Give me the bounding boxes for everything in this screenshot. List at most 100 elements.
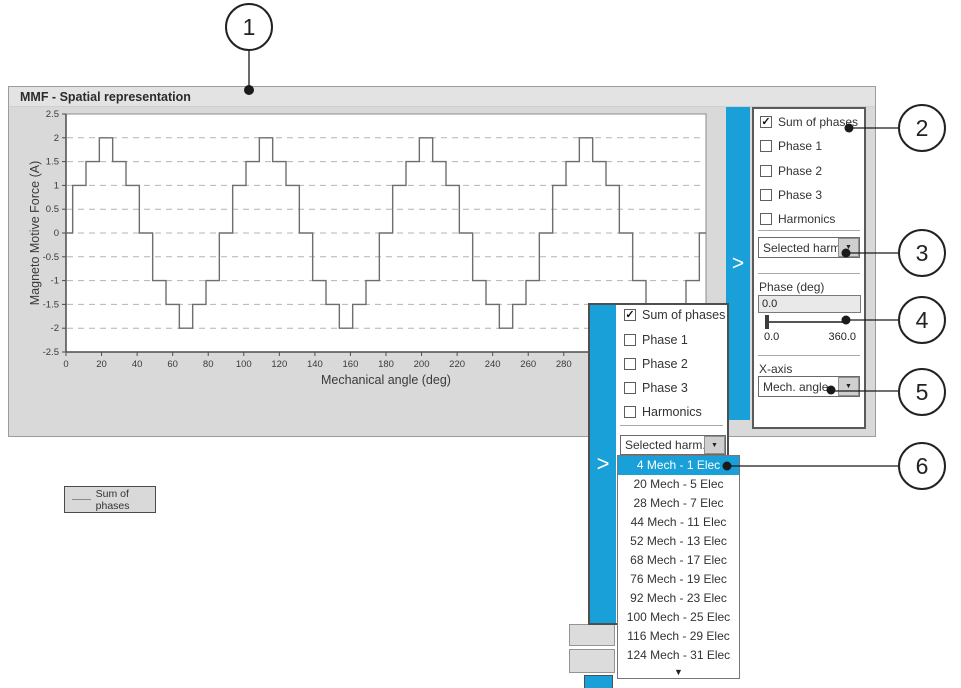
phase-label: Phase (deg) <box>759 280 824 294</box>
chevron-right-icon: > <box>597 451 610 477</box>
separator <box>758 273 860 274</box>
harmonic-option[interactable]: 4 Mech - 1 Elec <box>618 456 739 475</box>
svg-text:Mechanical angle (deg): Mechanical angle (deg) <box>321 373 451 387</box>
checkbox-label: Sum of phases <box>778 115 858 129</box>
checkbox-box[interactable]: ✓ <box>760 116 772 128</box>
harmonic-option[interactable]: 52 Mech - 13 Elec <box>618 532 739 551</box>
chevron-down-icon: ▼ <box>845 383 852 390</box>
checkbox-box[interactable] <box>760 165 772 177</box>
selected-harmonic-dropdown[interactable]: Selected harm. ▼ <box>620 435 726 455</box>
checkbox-phase-2[interactable]: Phase 2 <box>760 161 822 181</box>
svg-text:0.5: 0.5 <box>46 204 59 215</box>
svg-text:160: 160 <box>343 359 359 370</box>
slider-min-label: 0.0 <box>764 331 779 343</box>
harmonic-option[interactable]: 68 Mech - 17 Elec <box>618 551 739 570</box>
checkbox-box[interactable] <box>760 140 772 152</box>
checkbox-box[interactable] <box>760 213 772 225</box>
checkbox-box[interactable] <box>624 334 636 346</box>
separator <box>758 355 860 356</box>
harmonic-option[interactable]: 28 Mech - 7 Elec <box>618 494 739 513</box>
callout-6: 6 <box>898 442 946 490</box>
callout-3: 3 <box>898 229 946 277</box>
harmonic-option[interactable]: 124 Mech - 31 Elec <box>618 646 739 665</box>
checkbox-phase-1[interactable]: Phase 1 <box>624 330 688 350</box>
harmonic-option[interactable]: 44 Mech - 11 Elec <box>618 513 739 532</box>
checkbox-box[interactable] <box>624 406 636 418</box>
checkbox-sum-of-phases[interactable]: ✓ Sum of phases <box>624 305 725 325</box>
harmonic-option[interactable]: 20 Mech - 5 Elec <box>618 475 739 494</box>
checkbox-label: Phase 3 <box>642 381 688 395</box>
window-title: MMF - Spatial representation <box>9 87 875 107</box>
checkbox-label: Phase 1 <box>778 139 822 153</box>
separator <box>620 425 723 426</box>
harmonic-option[interactable]: 116 Mech - 29 Elec <box>618 627 739 646</box>
svg-text:-1.5: -1.5 <box>43 299 59 310</box>
background-fragment <box>569 624 615 646</box>
dropdown-arrow-button[interactable]: ▼ <box>838 377 859 396</box>
svg-text:100: 100 <box>236 359 252 370</box>
checkbox-phase-3[interactable]: Phase 3 <box>624 378 688 398</box>
scroll-down-icon[interactable]: ▼ <box>618 665 739 678</box>
svg-text:Magneto Motive Force (A): Magneto Motive Force (A) <box>28 161 42 306</box>
callout-4: 4 <box>898 296 946 344</box>
callout-1: 1 <box>225 3 273 51</box>
panel-collapse-tab[interactable]: > <box>726 107 750 420</box>
checkbox-harmonics[interactable]: Harmonics <box>760 209 835 229</box>
checkbox-label: Harmonics <box>642 405 702 419</box>
svg-text:120: 120 <box>271 359 287 370</box>
checkbox-box[interactable]: ✓ <box>624 309 636 321</box>
harmonic-option[interactable]: 92 Mech - 23 Elec <box>618 589 739 608</box>
x-axis-dropdown[interactable]: Mech. angle ▼ <box>758 376 860 397</box>
checkbox-phase-1[interactable]: Phase 1 <box>760 136 822 156</box>
legend-line-swatch <box>72 499 91 500</box>
svg-text:1.5: 1.5 <box>46 157 59 168</box>
checkbox-box[interactable] <box>760 189 772 201</box>
slider-handle[interactable] <box>765 315 769 329</box>
svg-text:60: 60 <box>167 359 178 370</box>
svg-text:-2: -2 <box>51 323 59 334</box>
svg-text:0: 0 <box>54 228 59 239</box>
panel-collapse-tab[interactable]: > <box>590 305 616 623</box>
dropdown-value: Selected harm. <box>621 438 704 452</box>
svg-text:200: 200 <box>414 359 430 370</box>
slider-track <box>767 321 845 323</box>
plot-controls-panel: ✓ Sum of phases Phase 1 Phase 2 Phase 3 … <box>752 107 866 429</box>
svg-text:1: 1 <box>54 180 59 191</box>
svg-text:260: 260 <box>520 359 536 370</box>
svg-text:280: 280 <box>556 359 572 370</box>
dropdown-value: Mech. angle <box>759 380 838 394</box>
checkbox-box[interactable] <box>624 358 636 370</box>
dropdown-arrow-button[interactable]: ▼ <box>704 436 725 454</box>
x-axis-label: X-axis <box>759 362 792 376</box>
collapse-tab-fragment <box>584 675 613 688</box>
checkbox-box[interactable] <box>624 382 636 394</box>
checkbox-harmonics[interactable]: Harmonics <box>624 402 702 422</box>
svg-text:2: 2 <box>54 133 59 144</box>
checkbox-sum-of-phases[interactable]: ✓ Sum of phases <box>760 112 858 132</box>
chevron-down-icon: ▼ <box>711 442 718 449</box>
harmonic-option[interactable]: 100 Mech - 25 Elec <box>618 608 739 627</box>
checkbox-label: Sum of phases <box>642 308 725 322</box>
separator <box>758 230 860 231</box>
checkbox-phase-2[interactable]: Phase 2 <box>624 354 688 374</box>
svg-text:80: 80 <box>203 359 214 370</box>
phase-input[interactable] <box>758 295 861 313</box>
chart-legend: Sum of phases <box>64 486 156 513</box>
svg-text:-2.5: -2.5 <box>43 347 59 358</box>
dropdown-value: Selected harm. <box>759 241 838 255</box>
harmonic-option[interactable]: 76 Mech - 19 Elec <box>618 570 739 589</box>
svg-text:40: 40 <box>132 359 143 370</box>
svg-text:0: 0 <box>63 359 68 370</box>
selected-harmonic-dropdown[interactable]: Selected harm. ▼ <box>758 237 860 258</box>
checkbox-label: Phase 1 <box>642 333 688 347</box>
svg-text:140: 140 <box>307 359 323 370</box>
figure-canvas: MMF - Spatial representation 2.521.510.5… <box>0 0 961 688</box>
svg-text:180: 180 <box>378 359 394 370</box>
harmonic-list: 4 Mech - 1 Elec 20 Mech - 5 Elec 28 Mech… <box>617 455 740 679</box>
background-fragment <box>569 649 615 673</box>
svg-text:-1: -1 <box>51 276 59 287</box>
phase-slider[interactable] <box>754 313 864 331</box>
svg-text:220: 220 <box>449 359 465 370</box>
checkbox-phase-3[interactable]: Phase 3 <box>760 185 822 205</box>
dropdown-arrow-button[interactable]: ▼ <box>838 238 859 257</box>
